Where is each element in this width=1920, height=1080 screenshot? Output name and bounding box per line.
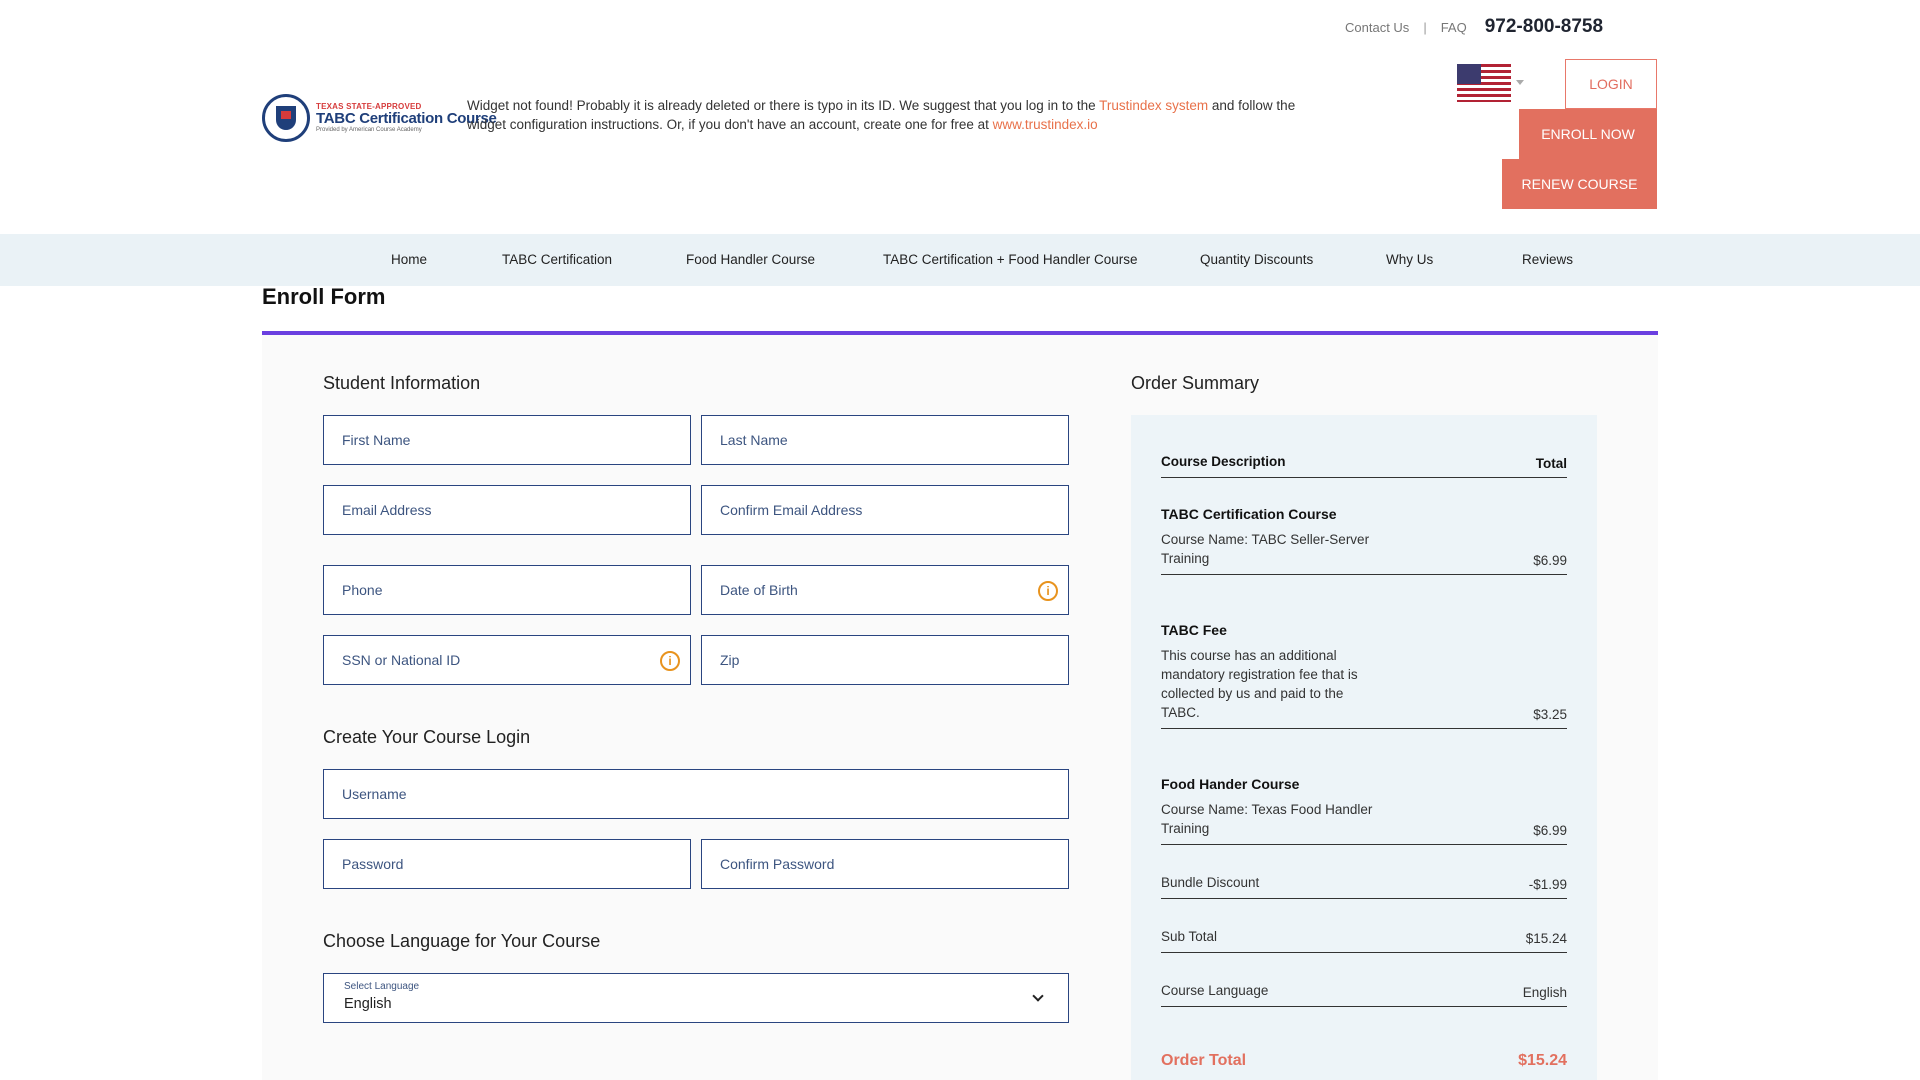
student-info-heading: Student Information [323,373,481,393]
enroll-now-button[interactable]: ENROLL NOW [1519,109,1657,159]
ssn-placeholder: SSN or National ID [342,652,461,668]
renew-course-button[interactable]: RENEW COURSE [1502,159,1657,209]
date-of-birth-placeholder: Date of Birth [720,582,798,598]
nav-item-home[interactable]: Home [391,252,427,267]
zip-field[interactable]: Zip [701,635,1069,685]
logo-seal-icon [262,94,310,142]
nav-item-reviews[interactable]: Reviews [1522,252,1573,267]
email-placeholder: Email Address [342,502,432,518]
us-flag-icon[interactable] [1457,64,1511,102]
last-name-field[interactable]: Last Name [701,415,1069,465]
tabc-fee-row: This course has an additional mandatory … [1161,641,1567,729]
tabc-course-price: $6.99 [1533,553,1567,568]
chevron-down-icon [1032,990,1044,1002]
password-placeholder: Password [342,856,404,872]
subtotal-label: Sub Total [1161,929,1218,944]
language-caret-icon[interactable] [1516,80,1524,85]
username-placeholder: Username [342,786,407,802]
bundle-discount-label: Bundle Discount [1161,875,1260,890]
tabc-fee-heading: TABC Fee [1161,622,1227,638]
page-title: Enroll Form [262,284,386,309]
confirm-email-field[interactable]: Confirm Email Address [701,485,1069,535]
trustindex-url-link[interactable]: www.trustindex.io [993,117,1098,132]
dob-info-icon[interactable]: i [1038,581,1058,601]
widget-msg-text-1: Widget not found! Probably it is already… [467,98,1100,113]
language-heading: Choose Language for Your Course [323,931,601,951]
username-field[interactable]: Username [323,769,1069,819]
nav-item-food-handler-course[interactable]: Food Handler Course [686,252,815,267]
order-total-label: Order Total [1161,1052,1247,1069]
nav-item-tabc-certification[interactable]: TABC Certification [502,252,612,267]
food-course-desc: Course Name: Texas Food Handler Training [1161,802,1373,836]
course-language-label: Course Language [1161,983,1269,998]
order-summary-heading: Order Summary [1131,373,1260,393]
order-summary-panel: Course Description Total TABC Certificat… [1131,415,1597,1080]
login-button[interactable]: LOGIN [1565,59,1657,109]
confirm-email-placeholder: Confirm Email Address [720,502,863,518]
phone-number[interactable]: 972-800-8758 [1485,16,1603,38]
site-logo[interactable]: TEXAS STATE-APPROVED TABC Certification … [262,94,497,142]
first-name-field[interactable]: First Name [323,415,691,465]
bundle-discount-row: Bundle Discount -$1.99 [1161,845,1567,899]
tabc-course-row: Course Name: TABC Seller-Server Training… [1161,525,1567,575]
nav-item-tabc-food-bundle[interactable]: TABC Certification + Food Handler Course [883,252,1137,267]
widget-error-message: Widget not found! Probably it is already… [467,96,1322,134]
tabc-course-desc: Course Name: TABC Seller-Server Training [1161,532,1370,566]
col-total: Total [1535,456,1567,471]
phone-field[interactable]: Phone [323,565,691,615]
ssn-info-icon[interactable]: i [660,651,680,671]
course-language-value: English [1522,985,1567,1000]
contact-us-link[interactable]: Contact Us [1345,20,1409,35]
topbar-separator: | [1423,19,1427,35]
email-field[interactable]: Email Address [323,485,691,535]
trustindex-system-link[interactable]: Trustindex system [1099,98,1208,113]
password-field[interactable]: Password [323,839,691,889]
phone-placeholder: Phone [342,582,383,598]
language-select-value: English [344,996,392,1012]
faq-link[interactable]: FAQ [1441,20,1467,35]
summary-header-row: Course Description Total [1161,445,1567,478]
order-total-row: Order Total $15.24 [1161,1052,1567,1070]
order-total-value: $15.24 [1518,1052,1567,1069]
tabc-fee-price: $3.25 [1533,707,1567,722]
subtotal-row: Sub Total $15.24 [1161,899,1567,953]
last-name-placeholder: Last Name [720,432,788,448]
bundle-discount-value: -$1.99 [1528,877,1567,892]
language-select[interactable]: Select Language English [323,973,1069,1023]
nav-item-why-us[interactable]: Why Us [1386,252,1433,267]
food-course-price: $6.99 [1533,823,1567,838]
tabc-fee-desc: This course has an additional mandatory … [1161,648,1358,720]
food-course-heading: Food Hander Course [1161,776,1300,792]
top-utility-bar: Contact Us | FAQ 972-800-8758 [1345,16,1603,38]
col-course-description: Course Description [1161,454,1286,469]
zip-placeholder: Zip [720,652,740,668]
first-name-placeholder: First Name [342,432,411,448]
food-course-row: Course Name: Texas Food Handler Training… [1161,795,1567,845]
date-of-birth-field[interactable]: Date of Birth i [701,565,1069,615]
course-login-heading: Create Your Course Login [323,727,531,747]
course-language-row: Course Language English [1161,953,1567,1007]
confirm-password-placeholder: Confirm Password [720,856,835,872]
language-select-label: Select Language [344,981,420,992]
subtotal-value: $15.24 [1525,931,1567,946]
title-divider [262,331,1658,335]
tabc-course-heading: TABC Certification Course [1161,506,1337,522]
ssn-field[interactable]: SSN or National ID i [323,635,691,685]
nav-item-quantity-discounts[interactable]: Quantity Discounts [1200,252,1313,267]
confirm-password-field[interactable]: Confirm Password [701,839,1069,889]
main-nav: Home TABC Certification Food Handler Cou… [0,234,1920,286]
